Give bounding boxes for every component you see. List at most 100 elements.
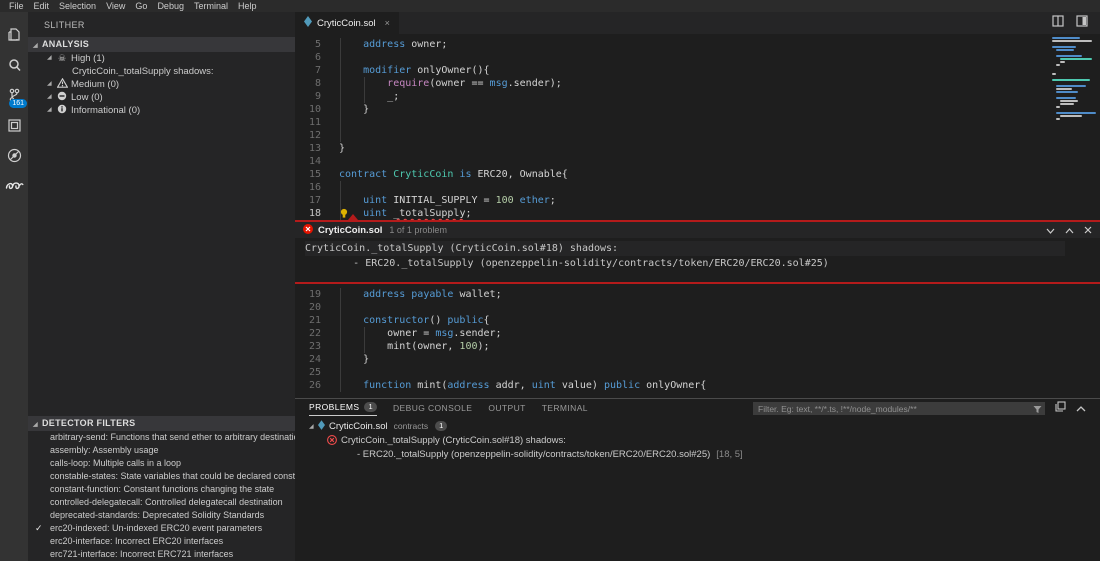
- vscode-window: FileEditSelectionViewGoDebugTerminalHelp…: [0, 0, 1100, 561]
- detector-filter-item[interactable]: calls-loop: Multiple calls in a loop: [28, 457, 295, 470]
- tab-label: CryticCoin.sol: [317, 18, 376, 29]
- analysis-item-high[interactable]: ◢☠High (1): [28, 52, 295, 65]
- code-line-21: 21 constructor() public{: [295, 314, 1100, 327]
- panel-tab-bar: PROBLEMS1 DEBUG CONSOLE OUTPUT TERMINAL: [295, 399, 1100, 416]
- panel-tab-problems[interactable]: PROBLEMS1: [309, 399, 377, 416]
- analysis-item-informational[interactable]: ◢Informational (0): [28, 104, 295, 117]
- problems-file-path: contracts: [394, 421, 429, 431]
- problem-position: [18, 5]: [716, 449, 742, 460]
- problems-file-row[interactable]: ◢ CryticCoin.sol contracts 1: [309, 419, 1100, 433]
- code-lines-before-peek: 5 address owner;67 modifier onlyOwner(){…: [295, 34, 1100, 220]
- search-icon[interactable]: [0, 50, 28, 80]
- detector-filter-item[interactable]: constant-function: Constant functions ch…: [28, 483, 295, 496]
- chevron-up-icon[interactable]: [1076, 399, 1086, 417]
- bottom-panel: PROBLEMS1 DEBUG CONSOLE OUTPUT TERMINAL: [295, 398, 1100, 561]
- analysis-item-low[interactable]: ◢Low (0): [28, 91, 295, 104]
- code-line-22: 22 owner = msg.sender;: [295, 327, 1100, 340]
- slither-icon[interactable]: [0, 170, 28, 200]
- tab-cryticcoin-sol[interactable]: CryticCoin.sol ×: [295, 12, 399, 34]
- problem-detail-row[interactable]: - ERC20._totalSupply (openzeppelin-solid…: [309, 447, 1100, 461]
- menu-debug[interactable]: Debug: [152, 1, 189, 11]
- chevron-up-icon[interactable]: [1065, 221, 1074, 239]
- menu-file[interactable]: File: [4, 1, 29, 11]
- problems-file-name: CryticCoin.sol: [329, 421, 388, 432]
- detector-filters-section-header[interactable]: ◢DETECTOR FILTERS: [28, 416, 295, 431]
- close-icon[interactable]: [1084, 221, 1092, 239]
- detector-filter-item[interactable]: deprecated-standards: Deprecated Solidit…: [28, 509, 295, 522]
- panel-tab-debug-console[interactable]: DEBUG CONSOLE: [393, 399, 472, 416]
- minus-circle-icon: [56, 91, 68, 105]
- problem-message: CryticCoin._totalSupply (CryticCoin.sol#…: [341, 435, 566, 446]
- code-line-11: 11: [295, 116, 1100, 129]
- analysis-tree: ◢☠High (1)CryticCoin._totalSupply shadow…: [28, 52, 295, 117]
- detector-filter-item[interactable]: constable-states: State variables that c…: [28, 470, 295, 483]
- editor-layout-icon[interactable]: [1076, 14, 1088, 32]
- activity-bar: 161: [0, 12, 28, 561]
- detector-filter-item[interactable]: arbitrary-send: Functions that send ethe…: [28, 431, 295, 444]
- peek-title: CryticCoin.sol: [318, 225, 382, 236]
- split-editor-icon[interactable]: [1052, 14, 1064, 32]
- problem-peek-widget: CryticCoin.sol 1 of 1 problem CryticCoin…: [295, 220, 1100, 284]
- detector-filter-item[interactable]: ✓erc20-indexed: Un-indexed ERC20 event p…: [28, 522, 295, 535]
- problem-row[interactable]: CryticCoin._totalSupply (CryticCoin.sol#…: [309, 433, 1100, 447]
- code-line-17: 17 uint INITIAL_SUPPLY = 100 ether;: [295, 194, 1100, 207]
- error-icon: [303, 221, 313, 239]
- close-tab-icon[interactable]: ×: [385, 18, 390, 28]
- code-line-7: 7 modifier onlyOwner(){: [295, 64, 1100, 77]
- peek-header: CryticCoin.sol 1 of 1 problem: [295, 222, 1100, 238]
- panel-tab-terminal[interactable]: TERMINAL: [542, 399, 588, 416]
- maximize-panel-icon[interactable]: [1055, 399, 1066, 417]
- debug-icon[interactable]: [0, 140, 28, 170]
- problem-detail: - ERC20._totalSupply (openzeppelin-solid…: [357, 449, 710, 460]
- code-line-5: 5 address owner;: [295, 38, 1100, 51]
- solidity-file-icon: [318, 420, 325, 433]
- peek-arrow: [348, 214, 358, 220]
- code-line-6: 6: [295, 51, 1100, 64]
- code-editor[interactable]: 5 address owner;67 modifier onlyOwner(){…: [295, 34, 1100, 398]
- detector-filter-item[interactable]: erc721-interface: Incorrect ERC721 inter…: [28, 548, 295, 561]
- code-line-19: 19 address payable wallet;: [295, 288, 1100, 301]
- code-line-10: 10 }: [295, 103, 1100, 116]
- menu-terminal[interactable]: Terminal: [189, 1, 233, 11]
- sidebar-title: SLITHER: [28, 12, 295, 37]
- menu-go[interactable]: Go: [130, 1, 152, 11]
- menu-selection[interactable]: Selection: [54, 1, 101, 11]
- analysis-section-header[interactable]: ◢ANALYSIS: [28, 37, 295, 52]
- peek-message: CryticCoin._totalSupply (CryticCoin.sol#…: [295, 238, 1100, 282]
- code-line-24: 24 }: [295, 353, 1100, 366]
- analysis-finding[interactable]: CryticCoin._totalSupply shadows:: [28, 65, 295, 78]
- menu-bar: FileEditSelectionViewGoDebugTerminalHelp: [0, 0, 1100, 12]
- analysis-item-medium[interactable]: ◢Medium (0): [28, 78, 295, 91]
- check-icon: ✓: [35, 522, 43, 535]
- menu-help[interactable]: Help: [233, 1, 262, 11]
- source-control-badge: 161: [9, 99, 27, 108]
- chevron-down-icon[interactable]: [1046, 221, 1055, 239]
- sidebar-slither: SLITHER ◢ANALYSIS ◢☠High (1)CryticCoin._…: [28, 12, 295, 561]
- code-line-23: 23 mint(owner, 100);: [295, 340, 1100, 353]
- problems-panel: ◢ CryticCoin.sol contracts 1 CryticCoin.…: [295, 416, 1100, 461]
- extensions-icon[interactable]: [0, 110, 28, 140]
- detector-filter-item[interactable]: assembly: Assembly usage: [28, 444, 295, 457]
- code-line-25: 25: [295, 366, 1100, 379]
- detector-filters-list: arbitrary-send: Functions that send ethe…: [28, 431, 295, 561]
- chevron-expanded-icon: ◢: [47, 91, 56, 104]
- panel-tab-output[interactable]: OUTPUT: [488, 399, 525, 416]
- detector-filter-item[interactable]: controlled-delegatecall: Controlled dele…: [28, 496, 295, 509]
- chevron-expanded-icon: ◢: [47, 52, 56, 65]
- error-icon: [327, 435, 337, 445]
- code-line-12: 12: [295, 129, 1100, 142]
- filter-icon: [1033, 401, 1042, 419]
- peek-problem-count: 1 of 1 problem: [389, 225, 447, 235]
- problems-file-badge: 1: [435, 421, 447, 431]
- panel-tab-badge: 1: [364, 402, 377, 412]
- warning-icon: [56, 78, 68, 92]
- source-control-icon[interactable]: 161: [0, 80, 28, 110]
- menu-edit[interactable]: Edit: [29, 1, 55, 11]
- code-line-15: 15contract CryticCoin is ERC20, Ownable{: [295, 168, 1100, 181]
- explorer-icon[interactable]: [0, 20, 28, 50]
- problems-filter-input[interactable]: [753, 402, 1045, 415]
- detector-filter-item[interactable]: erc20-interface: Incorrect ERC20 interfa…: [28, 535, 295, 548]
- code-lines-after-peek: 19 address payable wallet;2021 construct…: [295, 284, 1100, 392]
- menu-view[interactable]: View: [101, 1, 130, 11]
- minimap[interactable]: [1052, 37, 1098, 121]
